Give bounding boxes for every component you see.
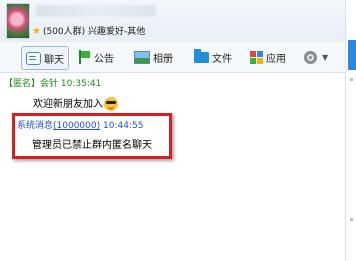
tab-announcement[interactable]: 公告 xyxy=(78,46,114,68)
side-panel-edge xyxy=(345,0,356,261)
tab-chat-label: 聊天 xyxy=(44,54,64,66)
group-name-redacted xyxy=(36,5,156,17)
message-time: 10:35:41 xyxy=(60,79,102,89)
group-info-line: ★ (500人群) 兴趣爱好-其他 xyxy=(32,24,145,37)
chat-message-area[interactable]: 【匿名】会针 10:35:41 欢迎新朋友加入 系统消息(1000000) 10… xyxy=(0,72,345,261)
folder-icon xyxy=(194,48,209,63)
tab-album-label: 相册 xyxy=(153,53,173,65)
tab-chat[interactable]: 聊天 xyxy=(21,46,69,70)
chat-icon xyxy=(26,51,41,65)
tab-files-label: 文件 xyxy=(212,53,232,65)
message-sender: 【匿名】会针 xyxy=(4,79,59,89)
highlight-box xyxy=(12,113,172,159)
divider xyxy=(350,218,353,221)
gear-icon xyxy=(304,50,317,64)
tab-announcement-label: 公告 xyxy=(94,53,114,65)
photo-icon xyxy=(134,50,150,64)
group-toolbar: 聊天 公告 相册 文件 应用 ▼ xyxy=(0,42,345,73)
message-body: 欢迎新朋友加入 xyxy=(33,95,118,111)
group-avatar[interactable] xyxy=(6,3,30,39)
group-header: ★ (500人群) 兴趣爱好-其他 xyxy=(0,0,345,42)
star-icon: ★ xyxy=(32,26,41,37)
settings-menu[interactable]: ▼ xyxy=(304,46,328,68)
message-header: 【匿名】会针 10:35:41 xyxy=(4,76,101,89)
tab-album[interactable]: 相册 xyxy=(134,46,173,68)
cool-smiley-icon xyxy=(104,97,118,111)
chevron-down-icon: ▼ xyxy=(322,52,329,62)
flag-icon xyxy=(78,50,91,64)
apps-grid-icon xyxy=(250,50,263,64)
tab-apps-label: 应用 xyxy=(266,53,286,65)
divider xyxy=(350,78,353,81)
group-member-info: (500人群) 兴趣爱好-其他 xyxy=(42,27,146,37)
side-panel-tab[interactable] xyxy=(348,40,356,70)
tab-apps[interactable]: 应用 xyxy=(250,46,286,68)
message-text: 欢迎新朋友加入 xyxy=(33,99,103,110)
tab-files[interactable]: 文件 xyxy=(194,46,232,68)
